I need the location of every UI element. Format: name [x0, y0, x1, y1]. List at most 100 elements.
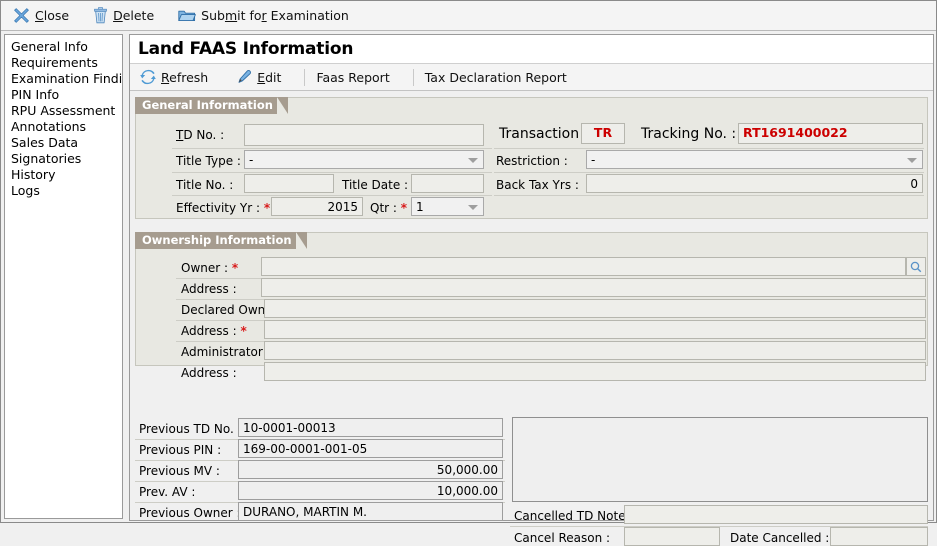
chevron-down-icon[interactable] — [907, 158, 917, 163]
sidebar-item-logs[interactable]: Logs — [9, 183, 122, 199]
back-tax-yrs-underline — [494, 195, 924, 196]
owner-address-label: Address : — [181, 282, 237, 296]
transaction-underline — [494, 148, 924, 149]
submit-for-examination-button[interactable]: Submit for Examination — [176, 4, 357, 28]
toolbar-separator-2 — [413, 69, 414, 86]
administrator-input[interactable] — [264, 341, 926, 360]
title-type-value: - — [249, 153, 253, 167]
declared-owner-address-label-text: Address : — [181, 324, 237, 338]
td-no-underline — [172, 148, 492, 149]
effectivity-yr-text: Effectivity Yr : — [176, 201, 260, 215]
owner-search-button[interactable] — [906, 257, 926, 276]
title-no-input[interactable] — [244, 174, 334, 193]
previous-mv-label: Previous MV : — [139, 464, 220, 478]
chevron-down-icon[interactable] — [468, 158, 478, 163]
cancelled-td-notes-label: Cancelled TD Notes : — [514, 509, 640, 523]
sidebar-item-history[interactable]: History — [9, 167, 122, 183]
restriction-value: - — [591, 153, 595, 167]
previous-td-no-input[interactable]: 10-0001-00013 — [238, 418, 503, 437]
faas-report-button[interactable]: Faas Report — [314, 65, 397, 89]
owner-label: Owner : * — [181, 261, 238, 275]
sidebar-item-examination-findings[interactable]: Examination Findings — [9, 71, 122, 87]
previous-owner-input[interactable]: DURANO, MARTIN M. — [238, 502, 503, 521]
qtr-required: * — [401, 201, 407, 215]
title-type-underline — [172, 172, 492, 173]
administrator-address-label: Address : — [181, 366, 237, 380]
back-tax-yrs-label: Back Tax Yrs : — [496, 178, 579, 192]
form-area: General Information TD No. : Title Type … — [130, 91, 933, 520]
owner-address-input[interactable] — [261, 278, 926, 297]
transaction-value: TR — [594, 127, 612, 140]
close-x-icon — [13, 7, 30, 24]
tracking-no-label: Tracking No. : — [641, 126, 736, 142]
date-cancelled-input[interactable] — [830, 527, 928, 546]
cancellation-notes-textarea[interactable] — [512, 417, 928, 502]
declared-owner-input[interactable] — [264, 299, 926, 318]
sidebar-item-general-info[interactable]: General Info — [9, 39, 122, 55]
previous-pin-label: Previous PIN : — [139, 443, 221, 457]
tracking-no-value-box: RT1691400022 — [738, 123, 923, 144]
chevron-down-icon[interactable] — [468, 205, 478, 210]
owner-required: * — [232, 261, 238, 275]
search-icon — [910, 261, 922, 273]
qtr-label: Qtr : * — [370, 201, 407, 215]
delete-button[interactable]: Delete — [91, 4, 162, 28]
qtr-select[interactable]: 1 — [411, 197, 484, 216]
qtr-text: Qtr : — [370, 201, 397, 215]
content-toolbar: Refresh Edit Faas Report Tax Declaration… — [130, 63, 933, 91]
refresh-icon — [140, 69, 156, 85]
refresh-button[interactable]: Refresh — [138, 65, 216, 89]
sidebar-item-signatories[interactable]: Signatories — [9, 151, 122, 167]
trash-icon — [93, 7, 108, 24]
toolbar-separator-1 — [304, 69, 305, 86]
td-no-input[interactable] — [244, 124, 484, 146]
submit-for-examination-label: Submit for Examination — [201, 8, 349, 23]
title-no-underline — [172, 195, 492, 196]
administrator-address-input[interactable] — [264, 362, 926, 381]
sidebar-item-requirements[interactable]: Requirements — [9, 55, 122, 71]
sidebar-item-pin-info[interactable]: PIN Info — [9, 87, 122, 103]
effectivity-yr-required: * — [264, 201, 270, 215]
edit-button-label: Edit — [257, 70, 281, 85]
back-tax-yrs-input[interactable]: 0 — [586, 174, 923, 193]
tracking-no-value: RT1691400022 — [743, 127, 848, 140]
edit-button[interactable]: Edit — [234, 65, 289, 89]
effectivity-yr-input[interactable]: 2015 — [271, 197, 363, 216]
tax-declaration-report-label: Tax Declaration Report — [425, 70, 567, 85]
close-button-label: Close — [35, 8, 69, 23]
cancelled-td-notes-input[interactable] — [624, 505, 928, 524]
delete-button-label: Delete — [113, 8, 154, 23]
effectivity-yr-label: Effectivity Yr : * — [176, 201, 270, 215]
previous-pin-input[interactable]: 169-00-0001-001-05 — [238, 439, 503, 458]
folder-icon — [178, 8, 196, 23]
title-type-select[interactable]: - — [244, 150, 484, 169]
td-no-label: TD No. : — [176, 128, 224, 142]
general-information-group: General Information TD No. : Title Type … — [135, 97, 928, 219]
sidebar-nav[interactable]: General Info Requirements Examination Fi… — [4, 34, 123, 519]
title-no-label: Title No. : — [176, 178, 233, 192]
administrator-label: Administrator : — [181, 345, 271, 359]
main-toolbar: Close Delete S — [1, 1, 936, 31]
general-information-header: General Information — [135, 97, 277, 114]
cancel-reason-label: Cancel Reason : — [514, 531, 610, 545]
sidebar-item-annotations[interactable]: Annotations — [9, 119, 122, 135]
declared-owner-address-input[interactable] — [264, 320, 926, 339]
cancel-reason-input[interactable] — [624, 527, 720, 546]
restriction-underline — [494, 172, 924, 173]
date-cancelled-label: Date Cancelled : — [730, 531, 829, 545]
transaction-value-box: TR — [581, 123, 625, 144]
previous-mv-input[interactable]: 50,000.00 — [238, 460, 503, 479]
page-title: Land FAAS Information — [130, 35, 933, 63]
close-button[interactable]: Close — [11, 4, 77, 28]
faas-report-label: Faas Report — [316, 70, 389, 85]
application-window: Close Delete S — [0, 0, 937, 523]
declared-owner-address-label: Address : * — [181, 324, 247, 338]
owner-input[interactable] — [261, 257, 906, 276]
tax-declaration-report-button[interactable]: Tax Declaration Report — [423, 65, 575, 89]
prev-av-input[interactable]: 10,000.00 — [238, 481, 503, 500]
restriction-select[interactable]: - — [586, 150, 923, 169]
owner-label-text: Owner : — [181, 261, 228, 275]
sidebar-item-sales-data[interactable]: Sales Data — [9, 135, 122, 151]
sidebar-item-rpu-assessment[interactable]: RPU Assessment — [9, 103, 122, 119]
title-date-input[interactable] — [411, 174, 484, 193]
